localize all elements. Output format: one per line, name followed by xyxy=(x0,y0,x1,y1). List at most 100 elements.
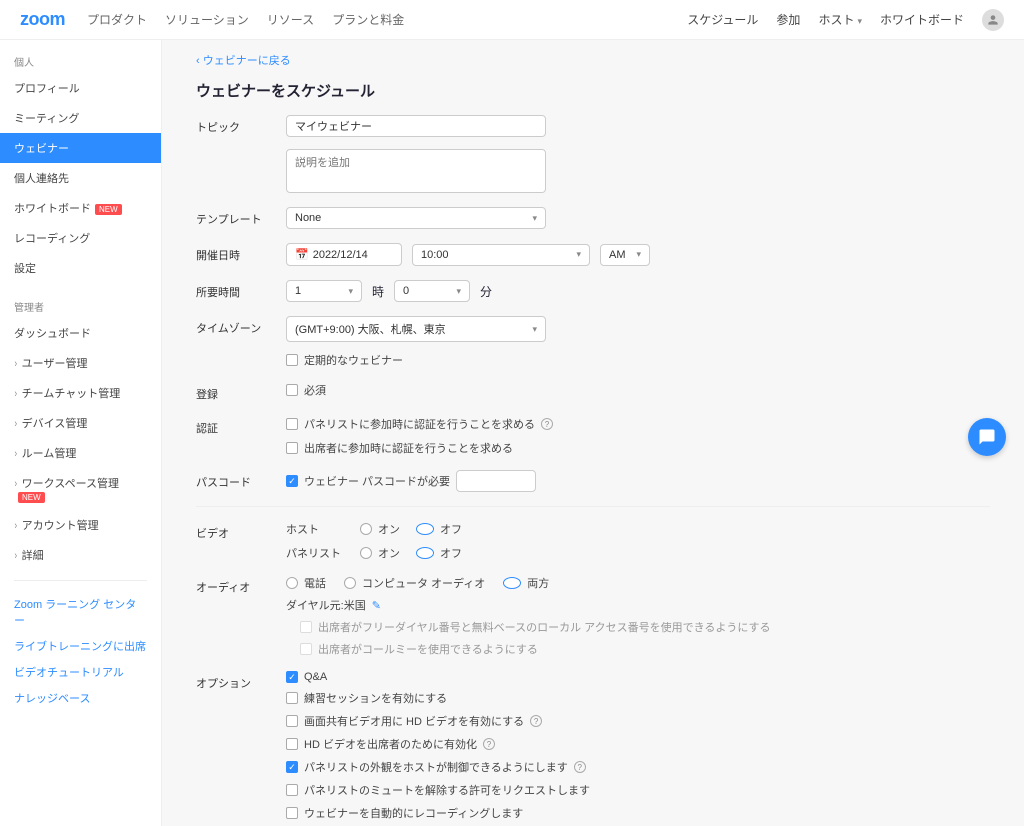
sidebar-item-dashboard[interactable]: ダッシュボード xyxy=(0,318,161,348)
label-when: 開催日時 xyxy=(196,243,286,263)
link-learning-center[interactable]: Zoom ラーニング センター xyxy=(0,591,161,633)
ampm-select[interactable]: AM▾ xyxy=(600,244,650,266)
avatar[interactable] xyxy=(982,9,1004,31)
auth-panelist-checkbox[interactable] xyxy=(286,418,298,430)
audio-computer-radio[interactable] xyxy=(344,577,356,589)
label-auth: 認証 xyxy=(196,416,286,436)
chevron-down-icon: ▾ xyxy=(532,213,537,224)
registration-required-checkbox[interactable] xyxy=(286,384,298,396)
edit-icon[interactable]: ✎ xyxy=(372,599,381,612)
timezone-select[interactable]: (GMT+9:00) 大阪、札幌、東京▾ xyxy=(286,316,546,342)
minutes-select[interactable]: 0▾ xyxy=(394,280,470,302)
option-label: パネリストの外観をホストが制御できるようにします xyxy=(304,759,568,775)
panelist-off-radio[interactable] xyxy=(416,547,434,559)
option-label: 練習セッションを有効にする xyxy=(304,690,447,706)
help-icon[interactable]: ? xyxy=(541,418,553,430)
top-bar: zoom プロダクト ソリューション リソース プランと料金 スケジュール 参加… xyxy=(0,0,1024,40)
help-icon[interactable]: ? xyxy=(483,738,495,750)
sidebar-item-account-mgmt[interactable]: アカウント管理 xyxy=(0,510,161,540)
off-label: オフ xyxy=(440,545,462,561)
topic-input[interactable] xyxy=(286,115,546,137)
hours-select[interactable]: 1▾ xyxy=(286,280,362,302)
new-badge: NEW xyxy=(18,492,45,503)
link-live-training[interactable]: ライブトレーニングに出席 xyxy=(0,633,161,659)
nav-schedule[interactable]: スケジュール xyxy=(687,11,758,28)
recurring-checkbox[interactable] xyxy=(286,354,298,366)
help-icon[interactable]: ? xyxy=(530,715,542,727)
option-label: 画面共有ビデオ用に HD ビデオを有効にする xyxy=(304,713,524,729)
label-registration: 登録 xyxy=(196,382,286,402)
option-checkbox-2[interactable] xyxy=(286,715,298,727)
sidebar-item-teamchat-mgmt[interactable]: チームチャット管理 xyxy=(0,378,161,408)
sidebar-item-contacts[interactable]: 個人連絡先 xyxy=(0,163,161,193)
callme-checkbox[interactable] xyxy=(300,643,312,655)
page-title: ウェビナーをスケジュール xyxy=(196,80,990,101)
recurring-label: 定期的なウェビナー xyxy=(304,352,403,368)
back-link[interactable]: ‹ ウェビナーに戻る xyxy=(196,52,291,68)
sidebar-item-webinars[interactable]: ウェビナー xyxy=(0,133,161,163)
sidebar-item-whiteboards[interactable]: ホワイトボードNEW xyxy=(0,193,161,223)
passcode-checkbox[interactable] xyxy=(286,475,298,487)
option-checkbox-3[interactable] xyxy=(286,738,298,750)
option-checkbox-1[interactable] xyxy=(286,692,298,704)
nav-whiteboard[interactable]: ホワイトボード xyxy=(880,11,964,28)
video-panelist-label: パネリスト xyxy=(286,545,354,561)
sidebar-item-workspace-mgmt[interactable]: ワークスペース管理NEW xyxy=(0,468,161,510)
option-label: ウェビナーを自動的にレコーディングします xyxy=(304,805,523,821)
host-off-radio[interactable] xyxy=(416,523,434,535)
sidebar-item-device-mgmt[interactable]: デバイス管理 xyxy=(0,408,161,438)
main-content: ‹ ウェビナーに戻る ウェビナーをスケジュール トピック テンプレート None… xyxy=(162,40,1024,826)
dial-from-text: ダイヤル元:米国 xyxy=(286,597,366,613)
sidebar-item-advanced[interactable]: 詳細 xyxy=(0,540,161,570)
chevron-down-icon: ▾ xyxy=(857,16,862,26)
nav-join[interactable]: 参加 xyxy=(776,11,800,28)
sidebar-item-room-mgmt[interactable]: ルーム管理 xyxy=(0,438,161,468)
label-passcode: パスコード xyxy=(196,470,286,490)
passcode-input[interactable] xyxy=(456,470,536,492)
option-checkbox-0[interactable] xyxy=(286,671,298,683)
date-select[interactable]: 📅2022/12/14 xyxy=(286,243,402,266)
nav-product[interactable]: プロダクト xyxy=(87,11,147,28)
option-checkbox-6[interactable] xyxy=(286,807,298,819)
top-nav-right: スケジュール 参加 ホスト▾ ホワイトボード xyxy=(687,9,1004,31)
sidebar-item-user-mgmt[interactable]: ユーザー管理 xyxy=(0,348,161,378)
description-input[interactable] xyxy=(286,149,546,193)
zoom-logo[interactable]: zoom xyxy=(20,9,65,30)
label-options: オプション xyxy=(196,671,286,691)
sidebar-item-recordings[interactable]: レコーディング xyxy=(0,223,161,253)
auth-attendee-label: 出席者に参加時に認証を行うことを求める xyxy=(304,440,513,456)
label-duration: 所要時間 xyxy=(196,280,286,300)
option-checkbox-5[interactable] xyxy=(286,784,298,796)
panelist-on-radio[interactable] xyxy=(360,547,372,559)
nav-host[interactable]: ホスト▾ xyxy=(818,11,862,28)
chevron-down-icon: ▾ xyxy=(636,249,641,260)
nav-solution[interactable]: ソリューション xyxy=(165,11,249,28)
link-knowledge-base[interactable]: ナレッジベース xyxy=(0,685,161,711)
tollfree-checkbox[interactable] xyxy=(300,621,312,633)
host-on-radio[interactable] xyxy=(360,523,372,535)
sidebar-header-admin: 管理者 xyxy=(0,293,161,318)
audio-phone-radio[interactable] xyxy=(286,577,298,589)
template-select[interactable]: None▾ xyxy=(286,207,546,229)
auth-attendee-checkbox[interactable] xyxy=(286,442,298,454)
tollfree-label: 出席者がフリーダイヤル番号と無料ベースのローカル アクセス番号を使用できるように… xyxy=(318,619,771,635)
sidebar-divider xyxy=(14,580,147,581)
auth-panelist-label: パネリストに参加時に認証を行うことを求める xyxy=(304,416,535,432)
chat-fab[interactable] xyxy=(968,418,1006,456)
option-label: HD ビデオを出席者のために有効化 xyxy=(304,736,477,752)
audio-computer-label: コンピュータ オーディオ xyxy=(362,575,485,591)
top-nav: プロダクト ソリューション リソース プランと料金 xyxy=(87,11,404,28)
sidebar-item-settings[interactable]: 設定 xyxy=(0,253,161,283)
sidebar-item-meetings[interactable]: ミーティング xyxy=(0,103,161,133)
time-select[interactable]: 10:00▾ xyxy=(412,244,590,266)
sidebar-item-profile[interactable]: プロフィール xyxy=(0,73,161,103)
option-checkbox-4[interactable] xyxy=(286,761,298,773)
help-icon[interactable]: ? xyxy=(574,761,586,773)
audio-both-radio[interactable] xyxy=(503,577,521,589)
link-video-tutorials[interactable]: ビデオチュートリアル xyxy=(0,659,161,685)
nav-resources[interactable]: リソース xyxy=(267,11,314,28)
nav-pricing[interactable]: プランと料金 xyxy=(332,11,404,28)
audio-both-label: 両方 xyxy=(527,575,549,591)
on-label: オン xyxy=(378,521,400,537)
callme-label: 出席者がコールミーを使用できるようにする xyxy=(318,641,538,657)
